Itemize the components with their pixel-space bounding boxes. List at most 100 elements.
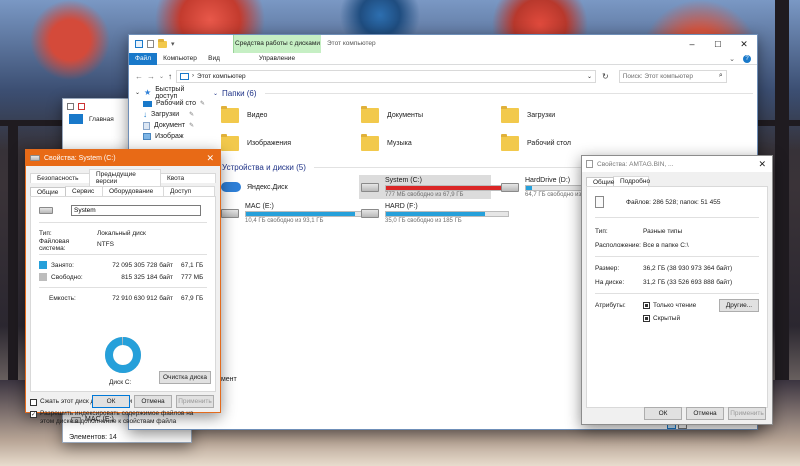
tab-quota[interactable]: Квота [160, 172, 216, 183]
fs-label: Файловая система: [39, 237, 70, 252]
minimize-icon[interactable]: – [679, 39, 705, 49]
size-value: 36,2 ГБ (38 930 973 364 байт) [643, 264, 733, 272]
drive-name: MAC (E:) [245, 202, 274, 210]
index-checkbox[interactable]: ✓ [30, 411, 37, 418]
nav-item-pictures[interactable]: Изображ [129, 131, 207, 142]
up-arrow-icon[interactable]: ↑ [168, 72, 172, 81]
ribbon-tab-computer[interactable]: Компьютер [157, 55, 203, 62]
drive-name-input[interactable] [71, 204, 201, 216]
tab-previous-versions[interactable]: Предыдущие версии [89, 169, 161, 186]
tab-service[interactable]: Сервис [65, 186, 103, 196]
disk-cleanup-button[interactable]: Очистка диска [159, 371, 211, 384]
nav-label: Изображ [155, 133, 184, 140]
fs-value: NTFS [97, 241, 114, 248]
refresh-icon[interactable]: ↻ [602, 72, 609, 81]
tab-details[interactable]: Подробно [613, 176, 650, 186]
cancel-button[interactable]: Отмена [134, 395, 172, 408]
drive-tile[interactable]: Яндекс.Диск [219, 175, 351, 199]
divider [595, 256, 759, 257]
address-bar[interactable]: › Этот компьютер ⌄ [176, 69, 597, 83]
search-icon[interactable]: ⌕ [719, 72, 726, 80]
ribbon-expand-icon[interactable]: ⌄ [729, 55, 735, 63]
apply-button[interactable]: Применить [176, 395, 214, 408]
tab-security[interactable]: Безопасность [30, 172, 90, 183]
type-label: Тип: [39, 230, 52, 237]
folder-tile[interactable]: Документы [361, 103, 423, 127]
collapse-icon[interactable]: ⌄ [213, 90, 218, 97]
index-option[interactable]: ✓ Разрешить индексировать содержимое фай… [30, 410, 216, 426]
hidden-label: Скрытый [653, 314, 681, 322]
ok-button[interactable]: ОК [644, 407, 682, 420]
folders-header-label: Папки (6) [222, 88, 257, 98]
folder-tile[interactable]: Изображения [221, 131, 291, 155]
search-input[interactable]: Поиск: Этот компьютер [623, 73, 693, 80]
folder-tile[interactable]: Рабочий стол [501, 131, 571, 155]
save-icon[interactable] [147, 40, 154, 48]
drive-tile[interactable]: System (C:) 777 МБ свободно из 67,9 ГБ [359, 175, 509, 199]
drive-tile[interactable]: MAC (E:) 10,4 ГБ свободно из 93,1 ГБ [219, 201, 369, 225]
capacity-size: 67,9 ГБ [181, 294, 204, 302]
file-icon [586, 160, 593, 168]
compress-checkbox[interactable] [30, 399, 37, 406]
help-icon[interactable]: ? [743, 54, 751, 63]
forward-arrow-icon[interactable]: → [147, 72, 155, 81]
drive-icon [361, 182, 379, 192]
back-file-tab[interactable] [69, 114, 83, 124]
maximize-icon[interactable]: ☐ [705, 40, 731, 49]
type-value: Разные типы [643, 227, 683, 235]
file-props-titlebar: Свойства: AMTAG.BIN, ... ✕ [582, 156, 772, 172]
save-icon[interactable] [67, 102, 74, 110]
nav-item-desktop[interactable]: Рабочий сто ✎ [129, 98, 207, 109]
used-size: 67,1 ГБ [181, 261, 204, 269]
back-ribbon-tab-home[interactable]: Главная [89, 116, 114, 123]
ribbon-tab-file[interactable]: Файл [129, 52, 157, 65]
tab-hardware[interactable]: Оборудование [102, 186, 164, 196]
dialog-title: Свойства: AMTAG.BIN, ... [597, 160, 674, 168]
divider [39, 222, 207, 223]
ribbon-tab-view[interactable]: Вид [203, 55, 225, 62]
nav-item-documents[interactable]: Документ ✎ [129, 120, 207, 131]
nav-item-quick-access[interactable]: ⌄ ★ Быстрый доступ [129, 86, 207, 100]
hidden-checkbox[interactable] [643, 314, 650, 322]
drive-tile[interactable]: HARD (F:) 35,0 ГБ свободно из 185 ГБ [359, 201, 509, 225]
address-dropdown-icon[interactable]: ⌄ [587, 73, 595, 80]
drive-usage-bar [245, 210, 369, 217]
nav-item-downloads[interactable]: ↓ Загрузки ✎ [129, 109, 207, 120]
devices-header-label: Устройства и диски (5) [222, 162, 306, 172]
size-on-disk-value: 31,2 ГБ (33 526 693 888 байт) [643, 278, 733, 286]
folder-tile[interactable]: Видео [221, 103, 267, 127]
address-row: ← → ⌄ ↑ › Этот компьютер ⌄ ↻ Поиск: Этот… [129, 68, 757, 84]
back-status-bar: Элементов: 14 [69, 434, 117, 441]
drive-icon [501, 182, 519, 192]
free-swatch [39, 273, 47, 281]
computer-icon [135, 40, 143, 48]
folders-section-header[interactable]: ⌄ Папки (6) [213, 87, 753, 99]
close-icon[interactable]: ✕ [758, 159, 766, 170]
apply-button[interactable]: Применить [728, 407, 766, 420]
ok-button[interactable]: ОК [92, 395, 130, 408]
recent-dropdown-icon[interactable]: ⌄ [159, 73, 164, 80]
ribbon-tab-manage[interactable]: Управление [233, 55, 321, 62]
cancel-button[interactable]: Отмена [686, 407, 724, 420]
tabs-row-1: Безопасность Предыдущие версии Квота [30, 169, 216, 186]
tab-sharing[interactable]: Доступ [163, 186, 215, 196]
type-value: Локальный диск [97, 230, 146, 237]
qat-dropdown-icon[interactable]: ▾ [171, 40, 175, 48]
expand-icon[interactable]: ⌄ [135, 89, 140, 96]
free-bytes: 815 325 184 байт [121, 273, 173, 281]
back-arrow-icon[interactable]: ← [135, 72, 143, 81]
breadcrumb-chevron-icon[interactable]: › [192, 73, 194, 79]
window-title: Этот компьютер [327, 40, 376, 47]
close-icon[interactable]: ✕ [731, 39, 757, 50]
advanced-attributes-button[interactable]: Другие... [719, 298, 759, 312]
properties-icon[interactable] [78, 102, 85, 110]
new-folder-icon[interactable] [158, 38, 167, 48]
readonly-label: Только чтение [653, 301, 697, 309]
folder-tile[interactable]: Загрузки [501, 103, 555, 127]
readonly-checkbox[interactable] [643, 301, 650, 309]
size-label: Размер: [595, 264, 620, 272]
drive-name: System (C:) [385, 176, 422, 184]
folder-tile[interactable]: Музыка [361, 131, 412, 155]
close-icon[interactable]: ✕ [206, 153, 214, 164]
search-box[interactable]: Поиск: Этот компьютер ⌕ [618, 69, 727, 83]
